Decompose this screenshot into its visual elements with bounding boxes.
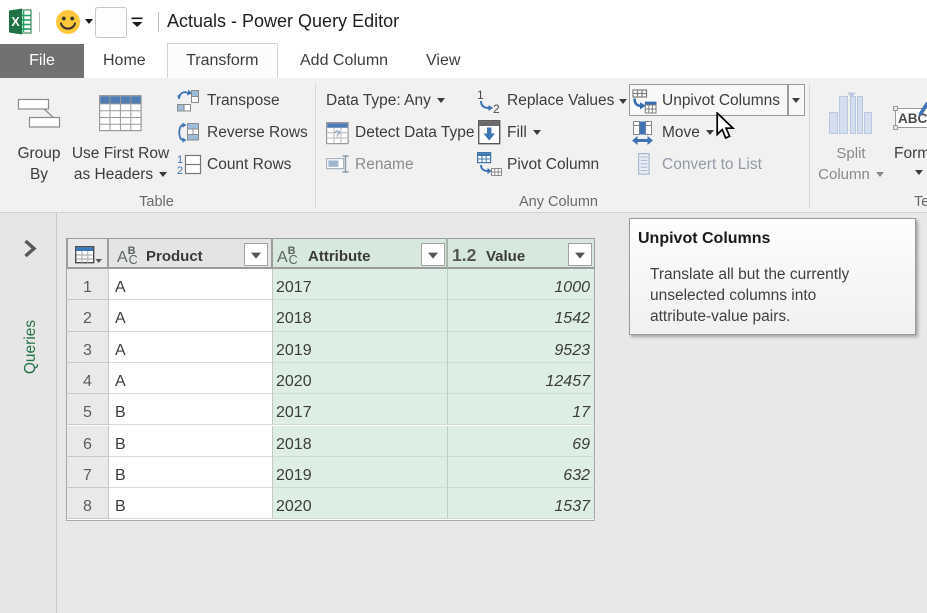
svg-text:1: 1	[477, 89, 484, 102]
svg-text:2: 2	[177, 165, 183, 177]
svg-text:?: ?	[335, 129, 341, 140]
svg-text:X: X	[11, 15, 20, 29]
svg-text:2: 2	[493, 102, 500, 114]
